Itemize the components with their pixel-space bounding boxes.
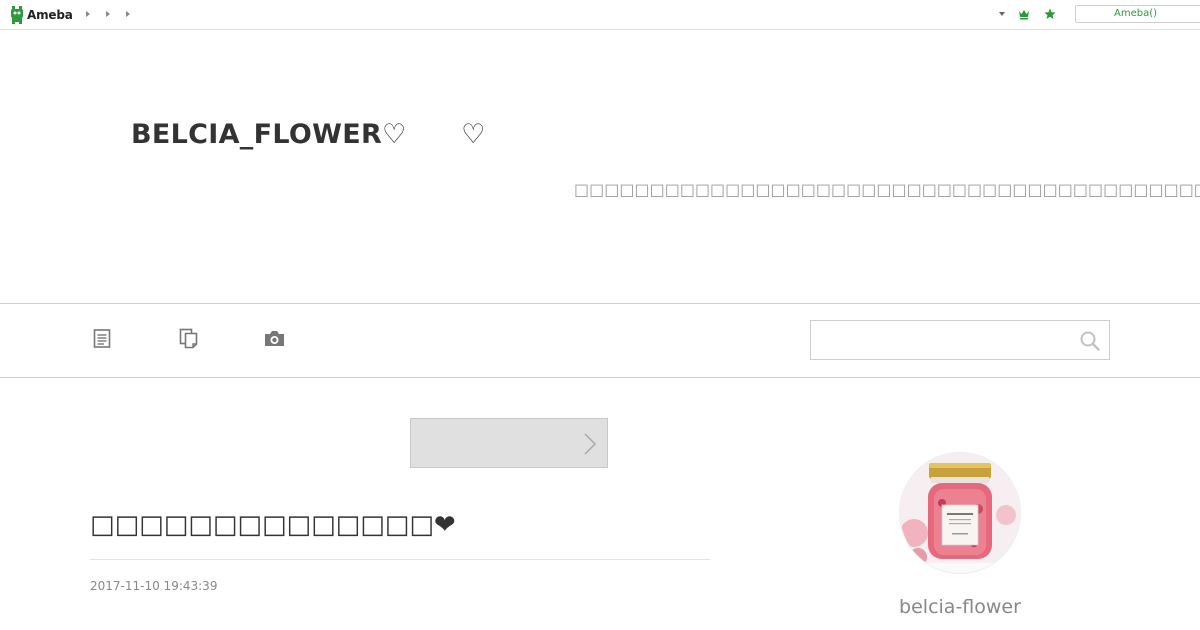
- search-input[interactable]: [811, 321, 1073, 359]
- global-header: Ameba Ameba(): [0, 0, 1200, 30]
- search-icon[interactable]: [1079, 330, 1101, 352]
- chevron-right-icon: [584, 433, 597, 455]
- blog-search: [810, 320, 1110, 360]
- herbarium-jar-image: [900, 453, 1020, 573]
- breadcrumb-arrow-icon[interactable]: [86, 11, 90, 17]
- profile-name[interactable]: belcia-flower: [860, 596, 1060, 618]
- divider: [90, 559, 710, 560]
- logo-text: Ameba: [27, 7, 73, 22]
- blog-title[interactable]: BELCIA_FLOWER♡ ♡: [131, 112, 486, 151]
- ameba-logo[interactable]: Ameba: [10, 5, 73, 24]
- pages-icon[interactable]: [179, 327, 199, 349]
- next-entry-button[interactable]: [410, 418, 608, 468]
- entry-title[interactable]: □□□□□□□□□□□□□□❤: [90, 510, 456, 540]
- crown-icon[interactable]: [1018, 8, 1030, 20]
- profile-avatar[interactable]: [899, 452, 1021, 574]
- ameba-mascot-icon: [11, 5, 23, 24]
- camera-icon[interactable]: [263, 327, 286, 349]
- dropdown-arrow-icon[interactable]: [999, 12, 1005, 16]
- blog-description: □□□□□□□□□□□□□□□□□□□□□□□□□□□□□□□□□□□□□□□□…: [574, 180, 1200, 199]
- divider: [0, 303, 1200, 304]
- breadcrumb-arrow-icon[interactable]: [106, 11, 110, 17]
- ameba-account-button[interactable]: Ameba(): [1075, 5, 1200, 23]
- entry-date: 2017-11-10 19:43:39: [90, 579, 218, 593]
- entry-list-icon[interactable]: [93, 327, 111, 349]
- divider: [0, 377, 1200, 378]
- star-icon[interactable]: [1044, 8, 1056, 20]
- breadcrumb-arrow-icon[interactable]: [126, 11, 130, 17]
